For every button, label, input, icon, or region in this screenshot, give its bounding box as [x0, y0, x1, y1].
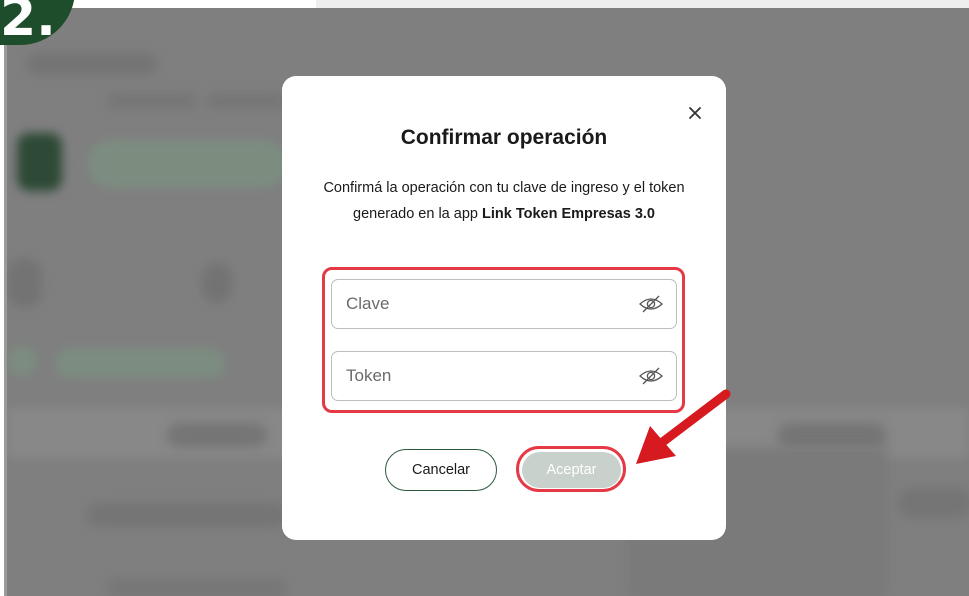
dialog-description: Confirmá la operación con tu clave de in…: [322, 175, 686, 227]
background-shape: [897, 488, 969, 518]
background-shape: [87, 503, 287, 527]
background-shape: [87, 140, 287, 188]
background-shape: [207, 93, 287, 109]
close-icon[interactable]: [682, 100, 708, 126]
background-shape: [7, 346, 37, 376]
background-shape: [27, 53, 157, 75]
dialog-title: Confirmar operación: [400, 126, 608, 149]
password-input[interactable]: [346, 280, 626, 328]
background-shape: [107, 93, 197, 109]
background-shape: [777, 423, 887, 449]
eye-off-icon[interactable]: [638, 294, 664, 314]
background-shape: [107, 578, 287, 596]
top-bar: [316, 0, 969, 8]
cancel-button[interactable]: Cancelar: [385, 449, 497, 491]
confirm-operation-dialog: Confirmar operación Confirmá la operació…: [282, 76, 726, 540]
background-shape: [7, 258, 42, 308]
token-input[interactable]: [346, 352, 626, 400]
description-app-name: Link Token Empresas 3.0: [482, 206, 655, 222]
password-field: [331, 279, 677, 329]
background-shape: [17, 133, 62, 191]
background-shape: [55, 348, 225, 378]
annotation-arrow-icon: [636, 389, 731, 464]
accept-button[interactable]: Aceptar: [522, 452, 621, 488]
background-shape: [167, 423, 267, 447]
step-number: 2.: [0, 0, 56, 48]
eye-off-icon[interactable]: [638, 366, 664, 386]
background-shape: [202, 263, 232, 303]
